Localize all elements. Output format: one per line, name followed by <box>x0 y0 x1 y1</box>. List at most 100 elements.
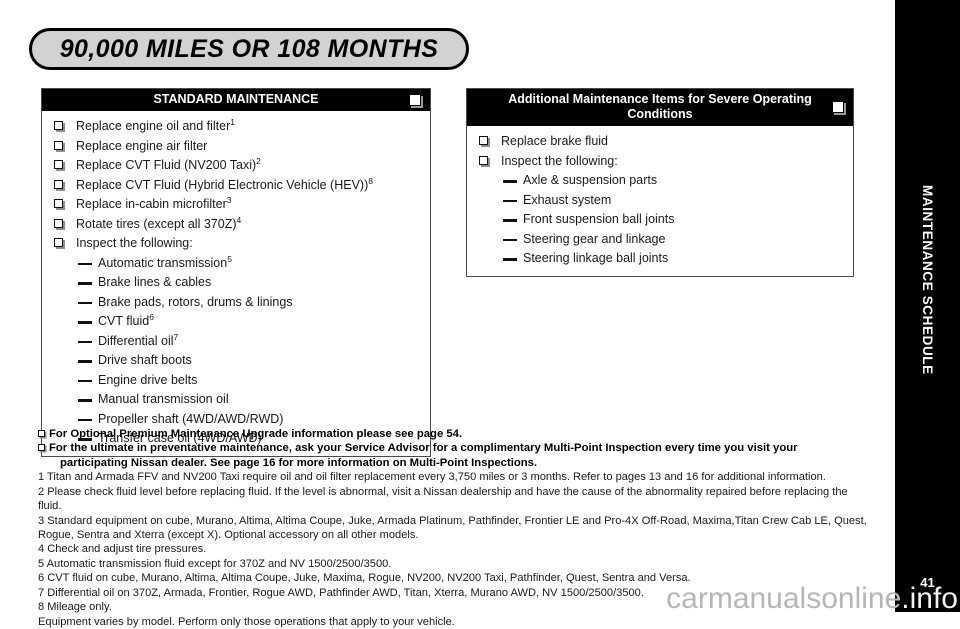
checklist-item-label: Replace CVT Fluid (Hybrid Electronic Veh… <box>76 175 373 192</box>
footnote-marker: 1 <box>230 117 236 128</box>
dash-marker-icon <box>503 199 517 202</box>
footnote-line: 6 CVT fluid on cube, Murano, Altima, Alt… <box>38 572 691 585</box>
severe-conditions-header: Additional Maintenance Items for Severe … <box>467 89 853 126</box>
checklist-item-label: Replace CVT Fluid (NV200 Taxi)2 <box>76 156 261 173</box>
inspection-subitem[interactable]: Manual transmission oil <box>42 390 430 410</box>
footnote-marker: 8 <box>368 175 373 186</box>
footnote-line: 3 Standard equipment on cube, Murano, Al… <box>38 514 867 542</box>
sidebar-label-text: MAINTENANCE SCHEDULE <box>920 185 935 375</box>
checkbox-icon[interactable] <box>54 238 63 248</box>
inspection-subitem[interactable]: Exhaust system <box>467 190 853 210</box>
dash-marker-icon <box>503 180 517 183</box>
inspection-subitem-label: Propeller shaft (4WD/AWD/RWD) <box>98 411 284 426</box>
checklist-item[interactable]: Replace in-cabin microfilter3 <box>42 195 430 215</box>
checkbox-icon[interactable] <box>832 101 844 114</box>
severe-header-line1: Additional Maintenance Items for Severe … <box>508 92 812 106</box>
inspection-subitem[interactable]: Differential oil7 <box>42 331 430 351</box>
dash-marker-icon <box>78 282 92 285</box>
inspection-subitem[interactable]: Brake pads, rotors, drums & linings <box>42 292 430 312</box>
dash-marker-icon <box>78 301 92 305</box>
inspection-subitem-label: Axle & suspension parts <box>523 173 658 187</box>
bold-note-2: For the ultimate in preventative mainten… <box>38 441 868 455</box>
bold-note-1-text: For Optional Premium Maintenance Upgrade… <box>49 428 463 440</box>
dash-marker-icon <box>78 399 92 402</box>
checklist-item[interactable]: Rotate tires (except all 370Z)4 <box>42 214 430 234</box>
dash-marker-icon <box>78 262 92 266</box>
inspection-subitem-label: Automatic transmission5 <box>98 253 232 270</box>
inspection-subitem-label: Exhaust system <box>523 192 612 207</box>
checklist-item-label: Rotate tires (except all 370Z)4 <box>76 214 242 231</box>
checklist-item-label: Replace brake fluid <box>501 134 609 148</box>
checklist-item[interactable]: Replace CVT Fluid (Hybrid Electronic Veh… <box>42 175 430 195</box>
checkbox-icon[interactable] <box>54 140 63 150</box>
inspection-subitem[interactable]: Front suspension ball joints <box>467 210 853 230</box>
checklist-item-label: Inspect the following: <box>76 236 193 251</box>
checkbox-icon[interactable] <box>54 160 63 170</box>
checkbox-icon[interactable] <box>479 155 488 165</box>
checklist-item[interactable]: Replace engine air filter <box>42 136 430 156</box>
footnote-marker: 7 <box>173 331 179 342</box>
footnote-line: 4 Check and adjust tire pressures. <box>38 543 207 556</box>
checklist-item-label: Inspect the following: <box>501 153 618 168</box>
checklist-item[interactable]: Replace CVT Fluid (NV200 Taxi)2 <box>42 156 430 176</box>
checklist-item-label: Replace engine air filter <box>76 138 208 153</box>
dash-marker-icon <box>78 379 92 383</box>
footnote-marker: 3 <box>226 195 232 206</box>
inspection-subitem[interactable]: Drive shaft boots <box>42 351 430 371</box>
dash-marker-icon <box>78 340 92 344</box>
checkbox-icon[interactable] <box>54 121 63 131</box>
inspection-subitem[interactable]: Brake lines & cables <box>42 273 430 293</box>
checkbox-icon[interactable] <box>54 199 63 209</box>
footnote-line: 7 Differential oil on 370Z, Armada, Fron… <box>38 586 644 599</box>
notes-section: For Optional Premium Maintenance Upgrade… <box>38 427 868 629</box>
section-sidebar: MAINTENANCE SCHEDULE 41 <box>895 0 960 612</box>
inspection-subitem[interactable]: CVT fluid6 <box>42 312 430 332</box>
footnote-list: 1 Titan and Armada FFV and NV200 Taxi re… <box>38 470 868 629</box>
inspection-subitem-label: Drive shaft boots <box>98 353 192 368</box>
inspection-subitem-label: Differential oil7 <box>98 331 179 348</box>
checkbox-icon[interactable] <box>409 93 421 106</box>
standard-maintenance-panel: STANDARD MAINTENANCE Replace engine oil … <box>41 88 431 458</box>
footnote-marker: 5 <box>227 253 232 264</box>
footnote-line: Equipment varies by model. Perform only … <box>38 615 455 628</box>
inspection-subitem[interactable]: Axle & suspension parts <box>467 171 853 191</box>
checkbox-icon[interactable] <box>54 218 63 228</box>
checklist-item[interactable]: Inspect the following: <box>467 151 853 171</box>
severe-conditions-header-text: Additional Maintenance Items for Severe … <box>467 92 853 122</box>
checklist-item[interactable]: Replace brake fluid <box>467 132 853 152</box>
checkbox-icon <box>38 430 45 437</box>
inspection-subitem-label: Front suspension ball joints <box>523 212 675 226</box>
inspection-subitem[interactable]: Steering linkage ball joints <box>467 249 853 269</box>
footnote-marker: 4 <box>236 214 242 225</box>
checklist-item[interactable]: Replace engine oil and filter1 <box>42 117 430 137</box>
inspection-subitem[interactable]: Steering gear and linkage <box>467 229 853 249</box>
footnote-marker: 6 <box>149 312 154 323</box>
dash-marker-icon <box>78 321 92 324</box>
standard-maintenance-header: STANDARD MAINTENANCE <box>42 89 430 111</box>
footnote-line: 8 Mileage only. <box>38 601 112 614</box>
checkbox-icon[interactable] <box>479 136 488 145</box>
inspection-subitem-label: Steering gear and linkage <box>523 231 666 246</box>
inspection-subitem[interactable]: Engine drive belts <box>42 370 430 390</box>
checklist-item-label: Replace engine oil and filter1 <box>76 117 236 134</box>
footnote-marker: 2 <box>256 156 261 167</box>
inspection-subitem[interactable]: Propeller shaft (4WD/AWD/RWD) <box>42 409 430 429</box>
inspection-subitem[interactable]: Automatic transmission5 <box>42 253 430 273</box>
inspection-subitem-label: Manual transmission oil <box>98 392 229 407</box>
page-number: 41 <box>920 575 935 590</box>
page-title: 90,000 MILES OR 108 MONTHS <box>59 34 439 63</box>
checkbox-icon[interactable] <box>54 179 63 189</box>
inspection-subitem-label: Engine drive belts <box>98 372 198 387</box>
footnote-line: 1 Titan and Armada FFV and NV200 Taxi re… <box>38 471 826 484</box>
checkbox-icon <box>38 444 45 452</box>
severe-conditions-panel: Additional Maintenance Items for Severe … <box>466 88 854 277</box>
bold-note-2-text: For the ultimate in preventative mainten… <box>49 442 798 455</box>
checklist-item-label: Replace in-cabin microfilter3 <box>76 195 232 212</box>
dash-marker-icon <box>503 238 517 241</box>
severe-header-line2: Conditions <box>627 106 693 121</box>
dash-marker-icon <box>78 360 92 363</box>
checklist-item[interactable]: Inspect the following: <box>42 234 430 254</box>
standard-maintenance-header-text: STANDARD MAINTENANCE <box>153 92 319 106</box>
inspection-subitem-label: CVT fluid6 <box>98 312 154 329</box>
dash-marker-icon <box>503 219 517 222</box>
